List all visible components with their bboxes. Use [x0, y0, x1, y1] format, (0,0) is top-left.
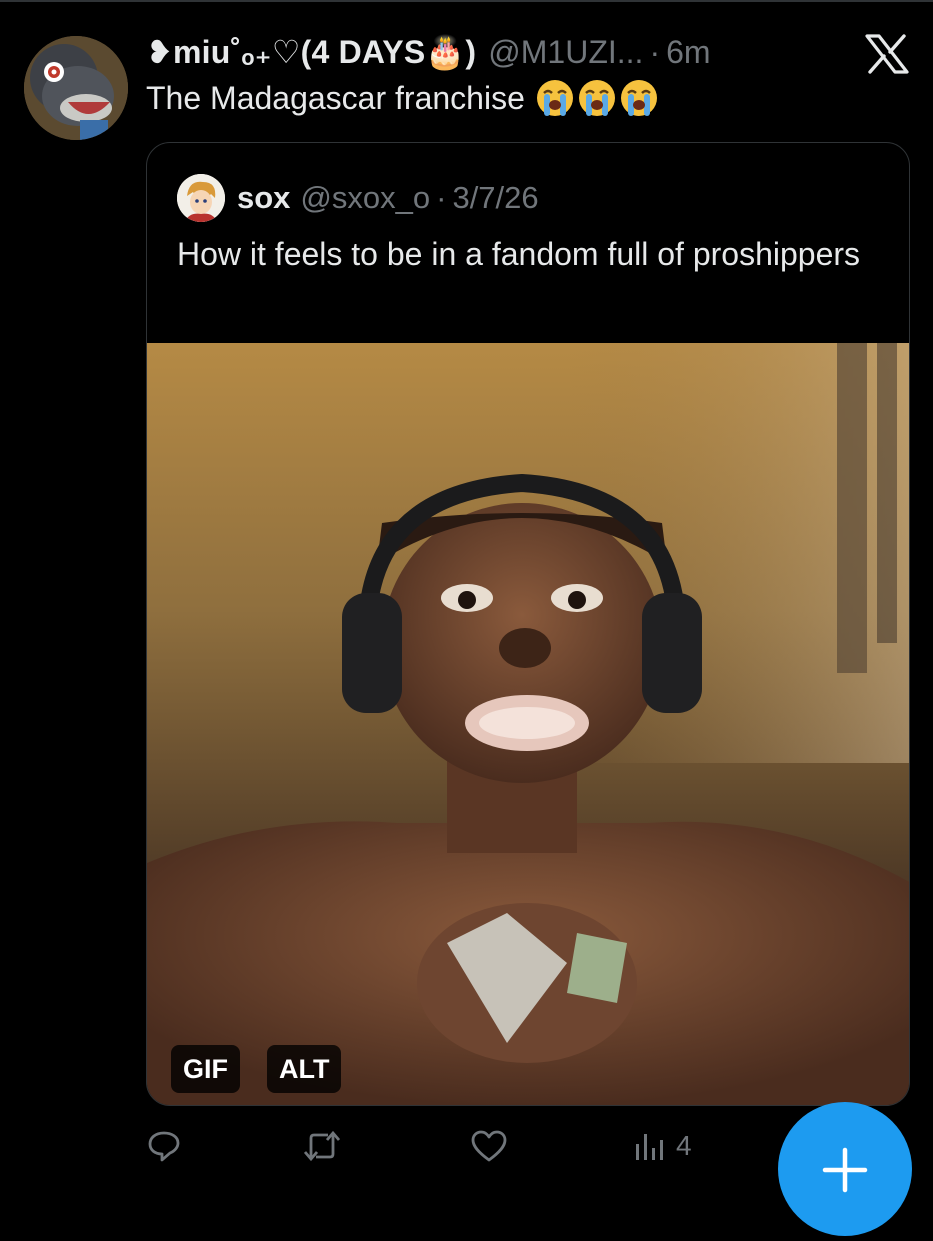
retweet-icon: [303, 1130, 341, 1162]
crying-emoji-row: [535, 78, 661, 118]
quoted-tweet-header: sox @sxox_o · 3/7/26: [177, 173, 539, 223]
tweet-text: The Madagascar franchise: [146, 78, 661, 118]
quoted-tweet-text: How it feels to be in a fandom full of p…: [177, 236, 861, 272]
top-divider: [0, 0, 933, 2]
views-count: 4: [676, 1130, 692, 1161]
alt-text-button[interactable]: ALT: [267, 1045, 342, 1093]
tweet-timestamp[interactable]: 6m: [666, 34, 710, 71]
reply-icon: [148, 1131, 180, 1162]
author-handle[interactable]: @M1UZI...: [488, 34, 643, 71]
reply-button[interactable]: [146, 1128, 182, 1164]
tweet-header: ❥miu˚ₒ₊♡(4 DAYS🎂) @M1UZI... · 6m: [146, 30, 711, 74]
author-display-name[interactable]: ❥miu˚ₒ₊♡(4 DAYS🎂): [146, 33, 476, 71]
quoted-tweet-date[interactable]: 3/7/26: [452, 180, 538, 216]
plus-icon: [822, 1147, 868, 1193]
quoted-author-handle[interactable]: @sxox_o: [300, 180, 430, 216]
loudly-crying-face-icon: [620, 80, 657, 116]
compose-button[interactable]: [778, 1102, 912, 1236]
gif-badge: GIF: [171, 1045, 240, 1093]
x-logo-icon[interactable]: [864, 34, 910, 74]
gif-frame-image: [147, 343, 909, 1105]
views-icon: [636, 1134, 663, 1160]
separator-dot: ·: [436, 180, 447, 215]
like-button[interactable]: [470, 1128, 508, 1164]
loudly-crying-face-icon: [536, 80, 573, 116]
quoted-tweet-gif[interactable]: [147, 343, 909, 1105]
loudly-crying-face-icon: [578, 80, 615, 116]
heart-icon: [471, 1130, 507, 1162]
quoted-author-avatar[interactable]: [177, 174, 225, 222]
retweet-button[interactable]: [302, 1128, 342, 1164]
separator-dot: ·: [649, 33, 661, 70]
author-avatar[interactable]: [24, 36, 128, 140]
quoted-author-display-name[interactable]: sox: [237, 180, 290, 216]
quoted-tweet-card[interactable]: sox @sxox_o · 3/7/26 How it feels to be …: [146, 142, 910, 1106]
views-button[interactable]: 4: [632, 1128, 692, 1164]
tweet-text-content: The Madagascar franchise: [146, 79, 525, 116]
